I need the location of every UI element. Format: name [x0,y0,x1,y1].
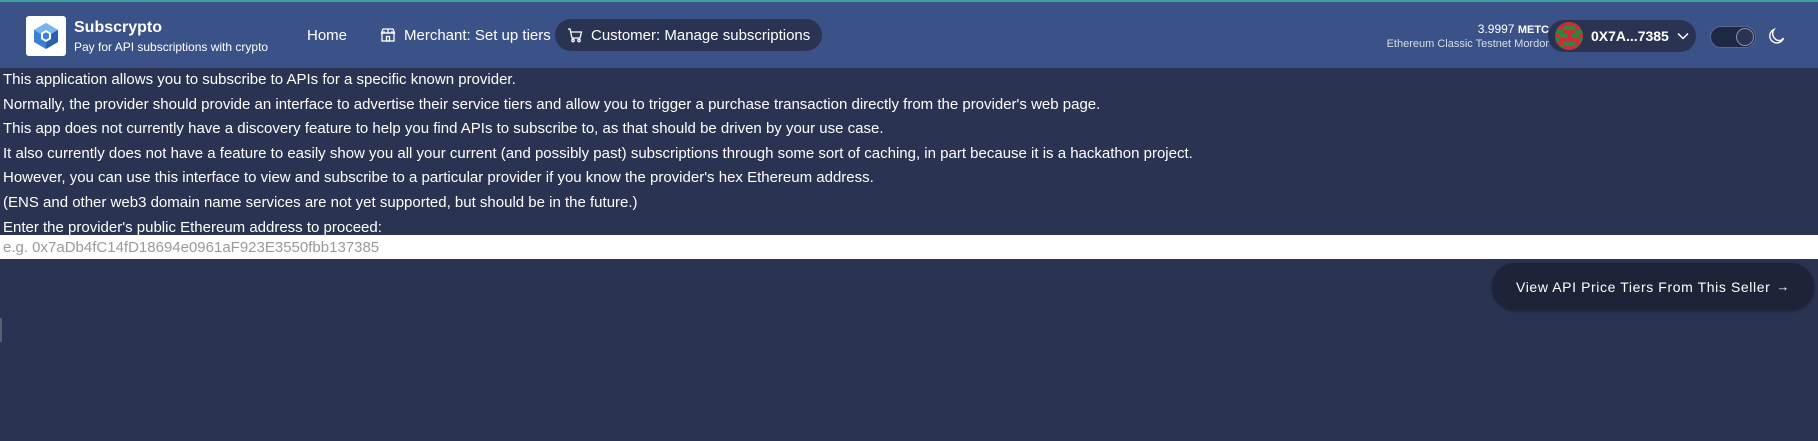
main-content: This application allows you to subscribe… [0,68,1818,240]
nav-home[interactable]: Home [295,19,359,51]
intro-line: (ENS and other web3 domain name services… [3,193,638,211]
navbar: Subscrypto Pay for API subscriptions wit… [0,2,1818,68]
view-price-tiers-button[interactable]: View API Price Tiers From This Seller → [1492,263,1814,310]
storefront-icon [380,28,396,42]
nav-customer[interactable]: Customer: Manage subscriptions [555,19,823,51]
app-subtitle: Pay for API subscriptions with crypto [74,40,269,54]
identicon-icon [1555,22,1583,50]
nav-merchant[interactable]: Merchant: Set up tiers [368,19,563,51]
balance-amount: 3.9997 [1477,22,1515,36]
nav-home-label: Home [307,26,348,44]
app-title: Subscrypto [74,19,163,36]
app-logo[interactable] [26,16,66,56]
intro-line: This application allows you to subscribe… [3,71,516,88]
left-edge-marker [0,318,2,342]
view-price-tiers-label: View API Price Tiers From This Seller [1516,278,1771,295]
arrow-right-icon: → [1776,279,1790,294]
network-name: Ethereum Classic Testnet Mordor [1386,38,1549,50]
theme-toggle-knob [1737,29,1753,45]
provider-address-input[interactable] [0,235,1818,259]
nav-merchant-label: Merchant: Set up tiers [404,26,551,44]
account-address: 0X7A...7385 [1591,28,1669,44]
theme-toggle[interactable] [1710,26,1756,48]
nav-customer-label: Customer: Manage subscriptions [591,26,811,44]
cube-logo-icon [34,23,58,49]
chevron-down-icon [1677,32,1689,40]
moon-icon [1769,27,1785,44]
shopping-cart-icon [568,28,583,43]
intro-line: This app does not currently have a disco… [3,120,884,138]
balance-unit: METC [1517,24,1549,36]
intro-line: Normally, the provider should provide an… [3,95,1101,113]
intro-line: It also currently does not have a featur… [3,144,1193,162]
account-button[interactable]: 0X7A...7385 [1548,20,1696,52]
wallet-balance: 3.9997 METC Ethereum Classic Testnet Mor… [1387,22,1549,51]
intro-line: However, you can use this interface to v… [3,169,874,187]
avatar [1555,22,1583,50]
brand: Subscrypto Pay for API subscriptions wit… [74,18,268,55]
